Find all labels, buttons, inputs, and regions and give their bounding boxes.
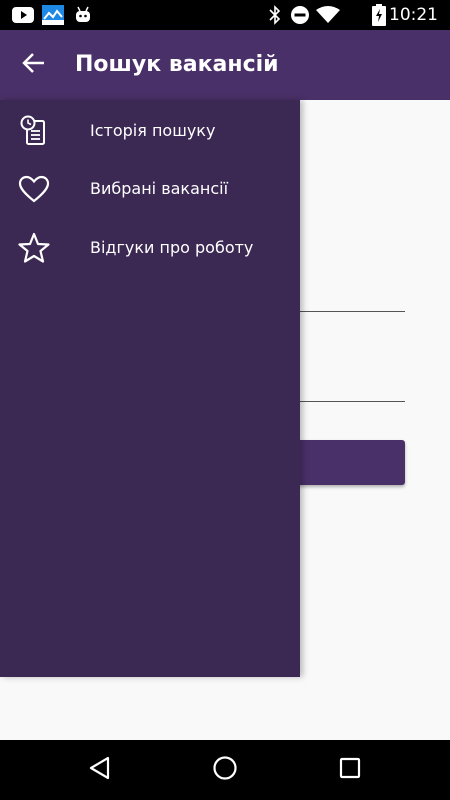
drawer-item-label: Історія пошуку xyxy=(90,121,216,140)
back-triangle-icon xyxy=(89,756,111,784)
youtube-icon xyxy=(12,0,34,30)
input-underline xyxy=(300,311,405,312)
system-home-button[interactable] xyxy=(205,750,245,790)
wifi-icon xyxy=(316,0,340,30)
drawer-item-label: Вибрані вакансії xyxy=(90,179,229,198)
drawer-item-job-reviews[interactable]: Відгуки про роботу xyxy=(0,219,300,277)
back-button[interactable] xyxy=(16,48,52,82)
arrow-left-icon xyxy=(22,52,46,78)
app-bar: Пошук вакансій xyxy=(0,30,450,100)
drawer-item-search-history[interactable]: Історія пошуку xyxy=(0,102,300,160)
status-bar: 10:21 xyxy=(0,0,450,30)
star-icon xyxy=(17,231,51,265)
history-icon xyxy=(17,114,51,148)
page-title: Пошук вакансій xyxy=(75,52,279,77)
android-icon xyxy=(74,0,92,30)
system-nav-bar xyxy=(0,740,450,800)
drawer-item-label: Відгуки про роботу xyxy=(90,238,254,257)
system-back-button[interactable] xyxy=(80,750,120,790)
navigation-drawer: Історія пошуку Вибрані вакансії Відгуки … xyxy=(0,100,300,677)
input-underline xyxy=(300,401,405,402)
photo-app-icon xyxy=(42,0,64,30)
status-time: 10:21 xyxy=(389,5,438,25)
recents-square-icon xyxy=(339,757,361,783)
heart-icon xyxy=(17,172,51,206)
do-not-disturb-icon xyxy=(290,0,310,30)
drawer-item-favorite-vacancies[interactable]: Вибрані вакансії xyxy=(0,160,300,218)
home-circle-icon xyxy=(212,755,238,785)
system-recents-button[interactable] xyxy=(330,750,370,790)
bluetooth-icon xyxy=(268,0,282,30)
battery-icon xyxy=(372,0,386,30)
